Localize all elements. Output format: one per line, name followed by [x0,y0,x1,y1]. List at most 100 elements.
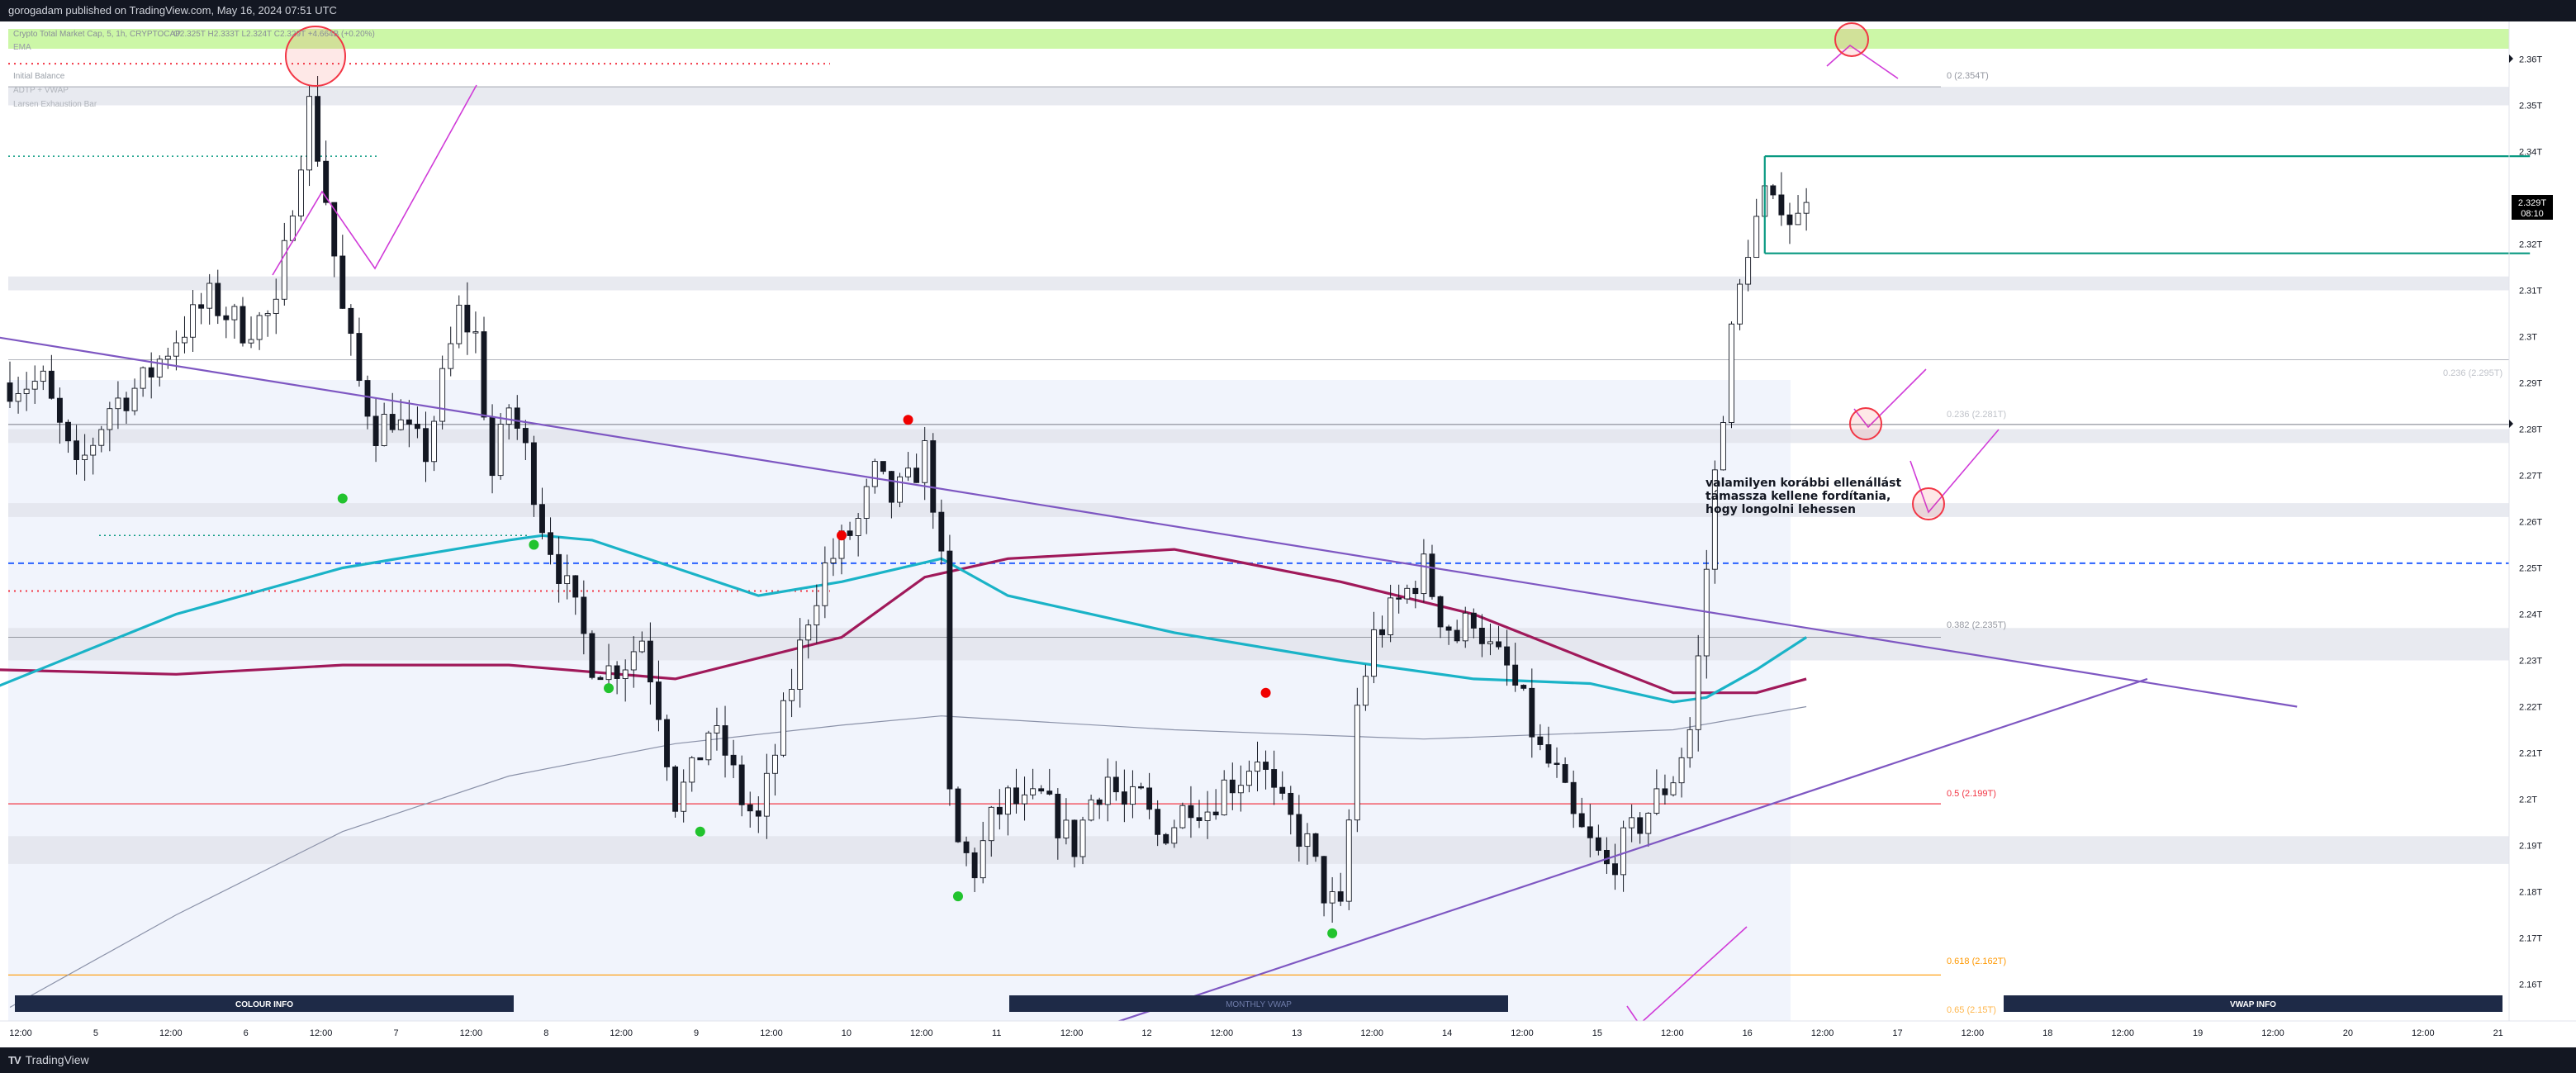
price-chart[interactable]: Crypto Total Market Cap, 5, 1h, CRYPTOCA… [0,21,2576,1047]
candle-body [140,367,146,389]
candle-body [1753,216,1760,259]
time-axis-label: 12:00 [1511,1028,1534,1038]
fib-label: 0.236 (2.281T) [1947,410,2006,420]
candle-body [1470,612,1477,629]
price-axis-label: 2.32T [2519,240,2542,250]
candle-body [464,304,471,333]
highlight-circle-mid[interactable] [1849,407,1882,440]
candle-body [1695,655,1701,730]
candle-body [1729,323,1734,423]
candle-body [1096,799,1103,805]
candle-body [1429,553,1435,597]
candle-body [705,732,712,761]
candle-body [339,255,346,309]
candle-body [1204,811,1211,821]
price-axis-label: 2.3T [2519,333,2537,343]
candle-body [1737,283,1743,325]
candle-body [190,304,196,338]
candle-body [1720,422,1726,471]
candle-body [1653,788,1660,814]
candle-body [1022,794,1027,805]
fib-label: 0.236 (2.295T) [2443,368,2502,378]
publish-header: gorogadam published on TradingView.com, … [0,0,2576,21]
legend-indicator[interactable]: ADTP + VWAP [13,86,69,95]
time-axis-label: 14 [1442,1028,1452,1038]
candle-body [481,331,487,418]
candle-body [1088,799,1094,821]
candle-body [1271,769,1278,788]
candle-body [448,343,454,369]
candle-body [423,428,429,463]
candle-body [955,788,961,843]
candle-body [1321,856,1327,904]
sell-signal-dot [1260,687,1271,698]
tv-logo-icon: TV [8,1053,21,1066]
candle-body [1612,863,1618,876]
candle-body [897,476,903,503]
candle-body [240,306,246,344]
brand[interactable]: TV TradingView [8,1053,89,1066]
candle-body [780,700,786,756]
highlight-circle-low[interactable] [1912,487,1945,520]
candle-body [963,841,970,853]
candle-body [1396,597,1402,600]
candle-body [1529,687,1535,738]
legend-indicator[interactable]: Initial Balance [13,72,65,81]
candle-body [1212,811,1219,816]
highlight-circle-top-right[interactable] [1834,22,1869,57]
time-axis-label: 21 [2493,1028,2503,1038]
candle-body [1288,792,1294,815]
candle-body [497,424,504,477]
candle-body [1454,629,1460,642]
candle-body [1188,805,1194,819]
candle-body [1146,787,1153,810]
candle-body [1670,782,1677,795]
time-axis-label: 13 [1292,1028,1302,1038]
candle-body [672,766,679,812]
candle-body [556,553,562,584]
candle-body [7,382,13,402]
time-axis-label: 12:00 [159,1028,183,1038]
price-axis-label: 2.27T [2519,472,2542,482]
brand-name: TradingView [25,1053,89,1066]
candle-body [922,440,928,483]
candle-body [397,419,404,430]
candle-body [1637,817,1644,834]
candle-body [656,681,662,720]
candle-body [198,304,205,309]
legend-indicator[interactable]: EMA [13,43,31,52]
candle-body [82,454,88,460]
info-panels[interactable]: COLOUR INFO MONTHLY VWAP VWAP INFO [15,995,2502,1012]
candle-body [256,315,263,340]
note-line: támassza kellene fordítania, [1705,490,1890,503]
sell-signal-dot [903,415,913,425]
candle-body [1004,787,1011,815]
top-green-band [8,29,2509,49]
legend-indicator[interactable]: Larsen Exhaustion Bar [13,100,97,109]
candle-body [814,605,820,626]
time-axis-label: 12:00 [1360,1028,1383,1038]
buy-signal-dot [604,683,614,694]
candle-body [514,407,520,429]
candle-body [123,397,130,411]
candle-body [1345,819,1352,902]
candle-body [131,387,138,411]
candle-body [1603,849,1610,865]
time-axis-label: 9 [694,1028,699,1038]
candle-body [1487,641,1493,644]
time-axis-label: 10 [842,1028,852,1038]
time-axis[interactable]: 12:00 5 12:00 6 12:00 7 12:00 8 12:00 9 12:00 10 12:… [0,1020,2576,1047]
candle-body [31,381,38,390]
footer-bar: TV TradingView [0,1047,2576,1073]
candle-body [1587,826,1593,838]
last-price-tag: 2.329T 08:10 [2512,195,2553,220]
candle-body [389,414,396,430]
candle-body [996,806,1003,815]
price-axis-label: 2.28T [2519,425,2542,435]
price-axis-label: 2.16T [2519,980,2542,990]
time-axis-label: 12:00 [460,1028,483,1038]
candle-body [1354,705,1360,821]
candle-body [289,215,296,241]
candle-body [1678,757,1685,784]
candle-body [1786,214,1793,226]
